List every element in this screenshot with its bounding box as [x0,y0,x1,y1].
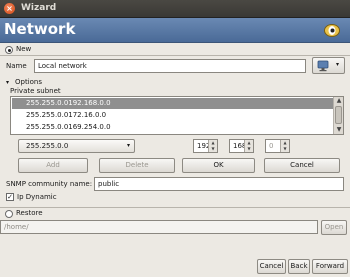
chevron-down-icon: ▾ [126,142,130,149]
subnet-mask: 255.255.0.0 [26,123,69,131]
options-expander[interactable]: Options [15,78,42,87]
add-button[interactable]: Add [18,158,88,173]
subnet-address: 169.254.0.0 [68,123,111,131]
subnet-address: 192.168.0.0 [68,99,111,107]
back-button[interactable]: Back [288,259,310,274]
section-divider [0,55,350,56]
subnet-address: 172.16.0.0 [68,111,107,119]
delete-button[interactable]: Delete [99,158,175,173]
restore-radio-label: Restore [16,209,43,217]
subnet-mask-value: 255.255.0.0 [26,142,69,150]
octet-1-spinner[interactable]: 192 ▲ ▼ [193,139,218,153]
forward-button[interactable]: Forward [312,259,348,274]
expander-arrow-icon[interactable]: ▾ [6,78,9,87]
ok-button[interactable]: OK [182,158,255,173]
wizard-header: Network [0,18,350,43]
snmp-community-input[interactable]: public [94,177,344,191]
octet-3-value: 0 [269,142,274,150]
name-input[interactable]: Local network [34,59,306,73]
scrollbar-thumb[interactable] [335,106,342,124]
list-item[interactable]: 255.255.0.0 169.254.0.0 [12,122,334,133]
scroll-up-icon[interactable]: ▲ [335,97,343,105]
new-radio[interactable] [5,46,13,54]
private-subnet-label: Private subnet [10,87,61,95]
subnet-list[interactable]: 255.255.0.0 192.168.0.0 255.255.0.0 172.… [10,96,344,135]
window-titlebar: × Wizard [0,0,350,18]
close-icon[interactable]: × [4,3,15,14]
octet-2-spinner[interactable]: 168 ▲ ▼ [229,139,254,153]
cancel-button[interactable]: Cancel [257,259,286,274]
chevron-down-icon: ▾ [336,61,340,68]
subnet-mask-combo[interactable]: 255.255.0.0 ▾ [18,139,135,153]
ip-dynamic-label: Ip Dynamic [17,193,57,201]
snmp-label: SNMP community name: [6,180,93,188]
network-eye-icon [324,24,340,37]
list-item[interactable]: 255.255.0.0 172.16.0.0 [12,110,334,121]
restore-radio[interactable] [5,210,13,218]
scroll-down-icon[interactable]: ▼ [335,126,343,134]
list-scrollbar[interactable]: ▲ ▼ [333,97,343,134]
subnet-mask: 255.255.0.0 [26,99,69,107]
name-label: Name [6,62,27,70]
page-title: Network [4,20,76,38]
ip-dynamic-checkbox[interactable]: ✓ [6,193,14,201]
network-icon [317,60,329,72]
spin-down-icon[interactable]: ▼ [281,146,289,152]
open-button[interactable]: Open [321,220,347,235]
new-radio-label: New [16,45,32,53]
spin-down-icon[interactable]: ▼ [245,146,253,152]
restore-path-input[interactable]: /home/ [0,220,318,234]
section-divider [0,207,350,208]
list-item[interactable]: 255.255.0.0 192.168.0.0 [12,98,334,109]
cancel-subnet-button[interactable]: Cancel [264,158,340,173]
octet-3-spinner[interactable]: 0 ▲ ▼ [265,139,290,153]
icon-picker-button[interactable]: ▾ [312,57,345,74]
subnet-mask: 255.255.0.0 [26,111,69,119]
window-title: Wizard [21,3,57,13]
spin-down-icon[interactable]: ▼ [209,146,217,152]
